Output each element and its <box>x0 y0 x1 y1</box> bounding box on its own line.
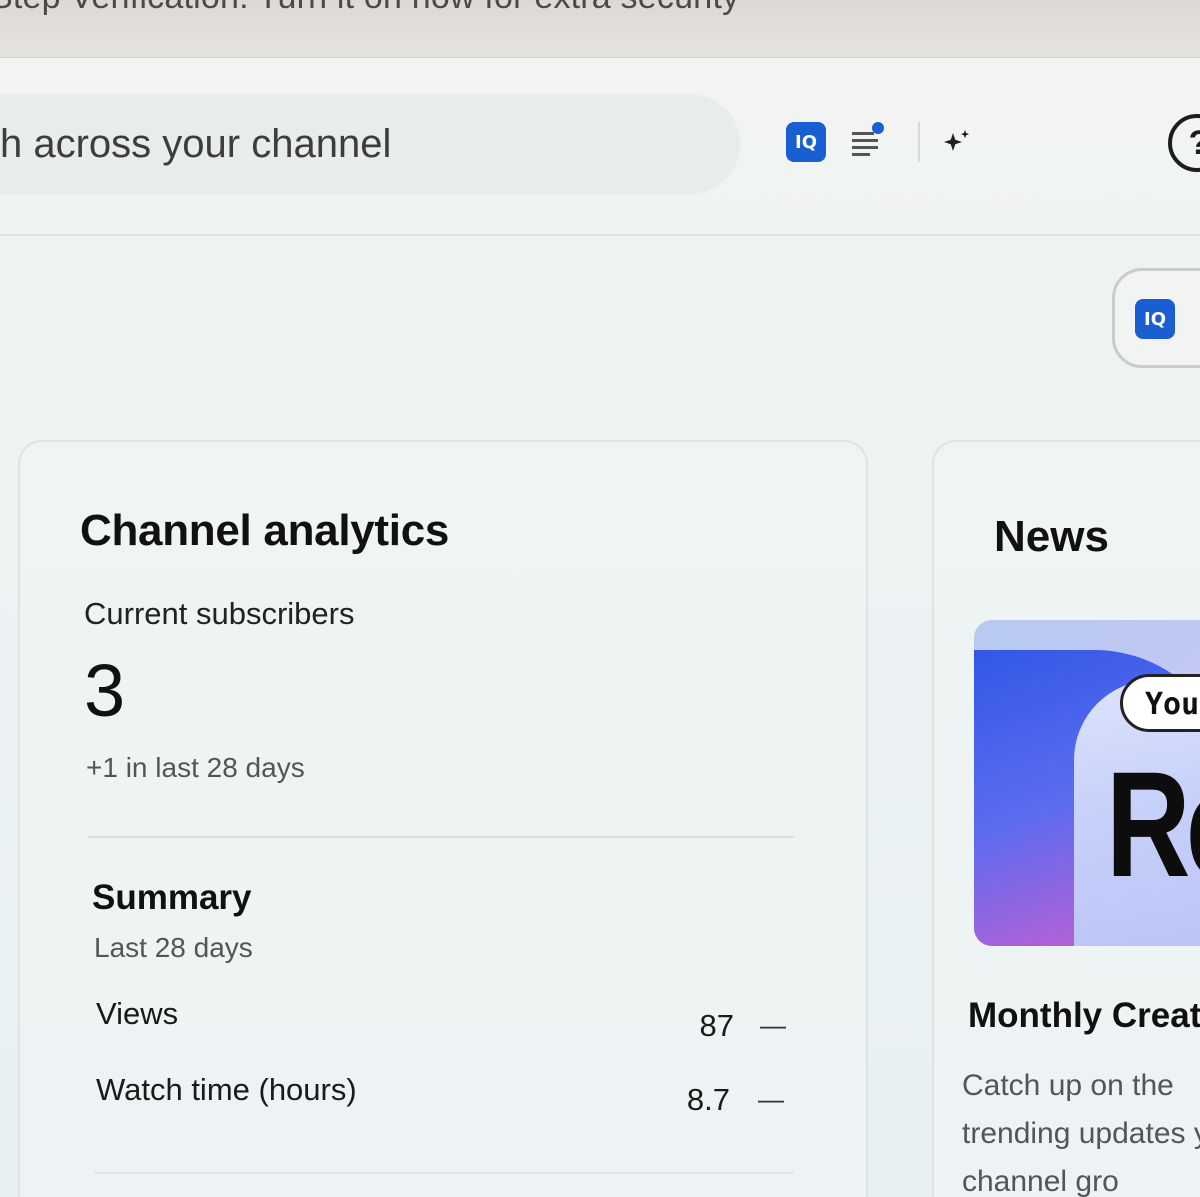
header-divider <box>918 122 920 162</box>
iq-icon[interactable]: IQ <box>786 122 826 162</box>
current-subscribers-label: Current subscribers <box>84 596 355 631</box>
summary-title: Summary <box>92 878 252 917</box>
section-divider <box>88 836 794 838</box>
news-article-description: Catch up on the trending updates your ch… <box>962 1069 1200 1197</box>
news-article-title[interactable]: Monthly Creat <box>968 996 1200 1036</box>
metric-trend-views: — <box>760 1010 786 1040</box>
bottom-divider <box>94 1172 794 1174</box>
list-notification-icon[interactable] <box>848 120 888 160</box>
metric-label-watch-time: Watch time (hours) <box>96 1072 357 1107</box>
news-title: News <box>994 512 1109 561</box>
metric-value-views: 87 <box>699 1008 734 1043</box>
news-image-tag: You <box>1120 674 1200 732</box>
iq-icon: IQ <box>1135 299 1175 339</box>
news-image-headline: Re <box>1106 740 1200 908</box>
iq-icon-label: IQ <box>795 131 817 153</box>
news-image[interactable]: You Re <box>974 620 1200 946</box>
metric-value-watch-time: 8.7 <box>686 1082 730 1117</box>
top-header: h across your channel IQ ? <box>0 58 1200 236</box>
channel-analytics-title: Channel analytics <box>80 506 450 555</box>
iq-pill-button[interactable]: IQ <box>1112 268 1200 368</box>
sparkle-icon[interactable] <box>938 124 978 164</box>
subscribers-change: +1 in last 28 days <box>86 752 305 783</box>
security-banner: Step Verification: Turn it on now for ex… <box>0 0 1200 58</box>
search-input[interactable]: h across your channel <box>0 122 520 167</box>
help-icon[interactable]: ? <box>1168 114 1200 172</box>
metric-trend-watch-time: — <box>758 1084 784 1114</box>
banner-text: Step Verification: Turn it on now for ex… <box>0 0 739 17</box>
metric-label-views: Views <box>96 996 179 1031</box>
summary-period: Last 28 days <box>94 932 253 963</box>
current-subscribers-count: 3 <box>84 649 126 732</box>
